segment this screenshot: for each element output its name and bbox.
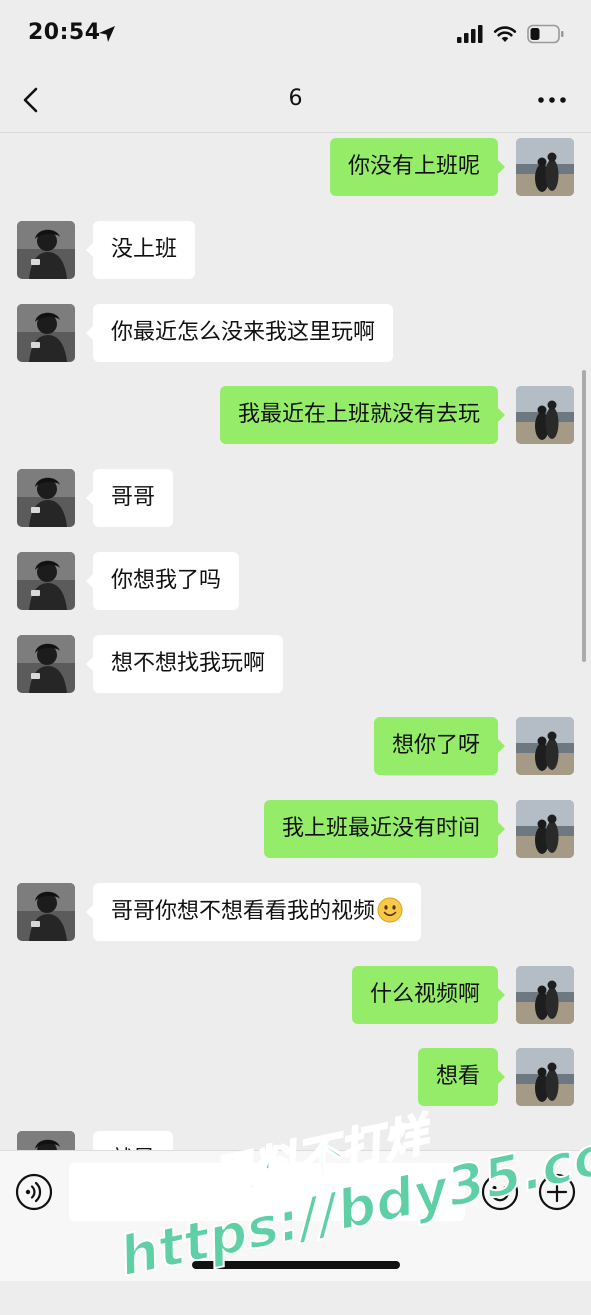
outgoing-message: 想看 <box>0 1048 591 1106</box>
message-bubble[interactable]: 你没有上班呢 <box>329 138 506 196</box>
my-avatar[interactable] <box>516 386 574 444</box>
contact-avatar[interactable] <box>17 1131 75 1150</box>
incoming-message: 你想我了吗 <box>0 552 591 610</box>
my-avatar[interactable] <box>516 1048 574 1106</box>
message-text: 我上班最近没有时间 <box>281 816 480 841</box>
input-bar <box>0 1150 591 1281</box>
contact-avatar[interactable] <box>17 304 75 362</box>
contact-avatar[interactable] <box>17 883 75 941</box>
message-input[interactable] <box>69 1163 465 1221</box>
message-text: 你想我了吗 <box>111 568 222 593</box>
scrollbar[interactable] <box>582 370 586 662</box>
contact-avatar[interactable] <box>17 552 75 610</box>
message-text: 想看 <box>435 1064 480 1089</box>
outgoing-message: 我上班最近没有时间 <box>0 800 591 858</box>
incoming-message: 就是 <box>0 1131 591 1150</box>
outgoing-message: 什么视频啊 <box>0 966 591 1024</box>
outgoing-message: 想你了呀 <box>0 717 591 775</box>
plus-icon[interactable] <box>538 1173 576 1211</box>
emoji-icon[interactable] <box>481 1173 519 1211</box>
message-bubble[interactable]: 想不想找我玩啊 <box>85 635 284 693</box>
message-text: 哥哥 <box>111 485 156 510</box>
my-avatar[interactable] <box>516 966 574 1024</box>
smiling-face-emoji-icon <box>377 888 403 923</box>
incoming-message: 想不想找我玩啊 <box>0 635 591 693</box>
message-text: 我最近在上班就没有去玩 <box>237 402 480 427</box>
incoming-message: 你最近怎么没来我这里玩啊 <box>0 304 591 362</box>
contact-avatar[interactable] <box>17 469 75 527</box>
message-bubble[interactable]: 你最近怎么没来我这里玩啊 <box>85 304 394 362</box>
message-text: 想不想找我玩啊 <box>111 651 266 676</box>
incoming-message: 没上班 <box>0 221 591 279</box>
message-bubble[interactable]: 没上班 <box>85 221 196 279</box>
message-bubble[interactable]: 我上班最近没有时间 <box>263 800 506 858</box>
nav-bar: 6 <box>0 70 591 133</box>
message-text: 你最近怎么没来我这里玩啊 <box>111 320 376 345</box>
incoming-message: 哥哥你想不想看看我的视频 <box>0 883 591 941</box>
more-dots-icon[interactable] <box>537 87 567 113</box>
message-bubble[interactable]: 什么视频啊 <box>351 966 506 1024</box>
message-text: 想你了呀 <box>391 733 480 758</box>
message-list[interactable]: 你没有上班呢 没上班 你最近怎么没来我这里玩啊 我最近在上班就没有去玩 哥哥 你… <box>0 133 591 1150</box>
message-bubble[interactable]: 就是 <box>93 1131 174 1150</box>
status-bar: 20:54 <box>0 0 591 70</box>
message-bubble[interactable]: 你想我了吗 <box>85 552 240 610</box>
status-icons <box>457 22 565 46</box>
outgoing-message: 我最近在上班就没有去玩 <box>0 386 591 444</box>
chat-title: 6 <box>288 86 303 111</box>
message-text: 什么视频啊 <box>369 982 480 1007</box>
home-indicator <box>192 1261 400 1269</box>
contact-avatar[interactable] <box>17 221 75 279</box>
contact-avatar[interactable] <box>17 635 75 693</box>
location-arrow-icon <box>99 26 115 42</box>
message-bubble[interactable]: 我最近在上班就没有去玩 <box>219 386 506 444</box>
my-avatar[interactable] <box>516 138 574 196</box>
message-text: 没上班 <box>111 237 178 262</box>
message-text: 哥哥你想不想看看我的视频 <box>111 899 376 924</box>
message-bubble[interactable]: 想看 <box>417 1048 506 1106</box>
status-time: 20:54 <box>28 20 101 45</box>
wifi-icon <box>493 26 517 42</box>
incoming-message: 哥哥 <box>0 469 591 527</box>
my-avatar[interactable] <box>516 800 574 858</box>
battery-icon <box>527 24 564 44</box>
message-bubble[interactable]: 想你了呀 <box>373 717 506 775</box>
message-bubble[interactable]: 哥哥你想不想看看我的视频 <box>85 883 422 941</box>
message-text: 你没有上班呢 <box>347 154 480 179</box>
my-avatar[interactable] <box>516 717 574 775</box>
voice-icon[interactable] <box>15 1173 53 1211</box>
message-bubble[interactable]: 哥哥 <box>85 469 174 527</box>
cellular-signal-icon <box>457 25 483 43</box>
outgoing-message: 你没有上班呢 <box>0 138 591 196</box>
